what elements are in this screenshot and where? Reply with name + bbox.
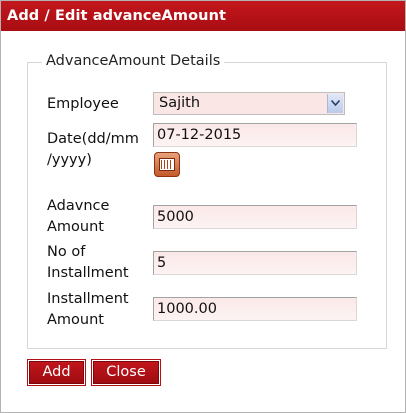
employee-select[interactable]: Sajith: [153, 92, 345, 115]
calendar-icon[interactable]: [154, 152, 180, 177]
employee-label: Employee: [47, 96, 119, 112]
calendar-grid-icon: [159, 158, 175, 171]
add-button[interactable]: Add: [28, 360, 85, 385]
add-edit-advance-amount-dialog: Add / Edit advanceAmount AdvanceAmount D…: [0, 0, 406, 413]
installments-label-line1: No of: [47, 244, 86, 260]
close-button[interactable]: Close: [92, 360, 160, 385]
advance-amount-label-line2: Amount: [47, 219, 104, 235]
installment-amount-label-line2: Amount: [47, 312, 104, 328]
date-input[interactable]: 07-12-2015: [153, 123, 357, 147]
installments-input[interactable]: 5: [153, 251, 357, 275]
installments-label-line2: Installment: [47, 265, 129, 281]
installment-amount-label-line1: Installment: [47, 291, 129, 307]
dialog-title: Add / Edit advanceAmount: [1, 1, 405, 31]
date-label-line1: Date(dd/mm: [47, 131, 139, 147]
advance-amount-label-line1: Adavnce: [47, 198, 110, 214]
advance-amount-input[interactable]: 5000: [153, 205, 357, 229]
employee-selected-value: Sajith: [159, 95, 201, 111]
date-label-line2: /yyyy): [47, 152, 92, 168]
fieldset-legend: AdvanceAmount Details: [42, 53, 225, 69]
installment-amount-input[interactable]: 1000.00: [153, 297, 357, 321]
chevron-down-icon[interactable]: [327, 94, 343, 113]
